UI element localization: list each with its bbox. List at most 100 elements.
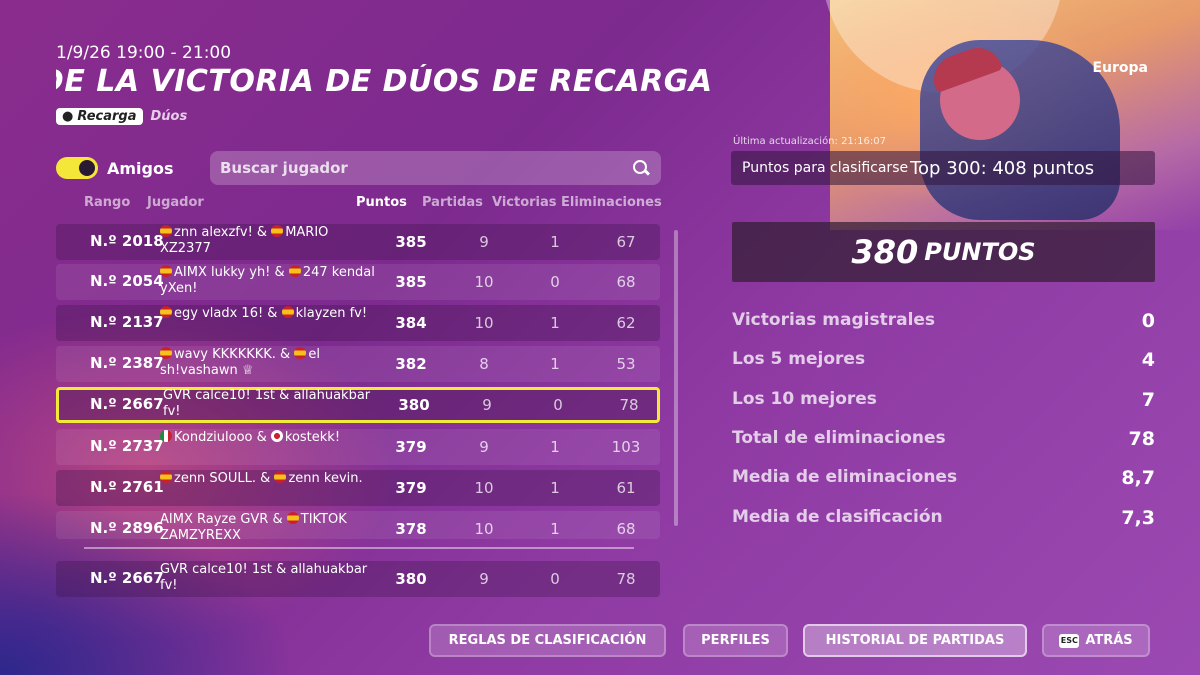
row-points: 379 xyxy=(395,479,427,497)
stat-label: Media de clasificación xyxy=(732,507,943,527)
row-rank: N.º 2737 xyxy=(90,437,164,455)
row-player: GVR calce10! 1st & allahuakbar fv! xyxy=(163,388,383,422)
leaderboard-row[interactable]: N.º 2667 GVR calce10! 1st & allahuakbar f… xyxy=(56,387,660,423)
character-artwork xyxy=(825,0,1200,230)
row-wins: 1 xyxy=(550,314,560,332)
row-games: 10 xyxy=(474,273,494,291)
own-rank-row[interactable]: N.º 2667 GVR calce10! 1st & allahuakbar … xyxy=(56,561,660,597)
row-player: Kondziulooo & kostekk! xyxy=(160,430,380,464)
mode-sub: Dúos xyxy=(150,109,188,124)
search-bar[interactable] xyxy=(210,151,661,185)
flag-es-icon xyxy=(160,306,172,318)
search-icon[interactable] xyxy=(631,158,651,178)
row-player: znn alexzfv! & MARIO XZ2377 xyxy=(160,225,380,259)
flag-jp-icon xyxy=(270,430,283,442)
friends-toggle[interactable]: Amigos xyxy=(56,157,174,179)
stat-value: 78 xyxy=(1128,428,1155,450)
profiles-button[interactable]: PERFILES xyxy=(683,624,788,657)
stat-row: Media de eliminaciones 8,7 xyxy=(732,467,1155,489)
stat-value: 4 xyxy=(1141,349,1155,371)
row-games: 10 xyxy=(474,479,494,497)
stat-label: Media de eliminaciones xyxy=(732,467,958,487)
row-wins: 1 xyxy=(550,479,560,497)
flag-es-icon xyxy=(294,347,307,359)
player-1: GVR calce10! 1st & xyxy=(160,562,291,577)
flag-es-icon xyxy=(274,471,287,483)
row-wins: 0 xyxy=(550,273,560,291)
flag-es-icon xyxy=(160,471,172,483)
row-points: 385 xyxy=(395,273,427,291)
points-unit: PUNTOS xyxy=(924,238,1036,266)
mode-tag: ● Recarga xyxy=(56,108,143,125)
leaderboard-row[interactable]: N.º 2137 egy vladx 16! & klayzen fv! 384 10… xyxy=(56,305,660,341)
player-1: AIMX Rayze GVR & xyxy=(160,512,287,527)
flag-es-icon xyxy=(271,225,284,237)
row-player: wavy KKKKKKK. & el sh!vashawn ♕ xyxy=(160,347,380,381)
scrollbar[interactable] xyxy=(674,230,678,526)
leaderboard-row[interactable]: N.º 2387 wavy KKKKKKK. & el sh!vashawn ♕ 3… xyxy=(56,346,660,382)
leaderboard-row[interactable]: N.º 2896 AIMX Rayze GVR & TIKTOK ZAMZYREX… xyxy=(56,511,660,539)
row-elims: 68 xyxy=(616,520,636,538)
row-games: 9 xyxy=(479,570,489,588)
header-player: Jugador xyxy=(147,195,204,210)
row-rank: N.º 2667 xyxy=(90,395,164,413)
leaderboard-row[interactable]: N.º 2761 zenn SOULL. & zenn kevin. 379 10 1 6… xyxy=(56,470,660,506)
row-elims: 61 xyxy=(616,479,636,497)
row-wins: 1 xyxy=(550,233,560,251)
row-rank: N.º 2018 xyxy=(90,232,164,250)
stat-label: Total de eliminaciones xyxy=(732,428,946,448)
row-elims: 53 xyxy=(616,355,636,373)
header-elims: Eliminaciones xyxy=(561,195,662,210)
stat-value: 8,7 xyxy=(1121,467,1155,489)
back-button[interactable]: ESC ATRÁS xyxy=(1042,624,1150,657)
toggle-knob xyxy=(79,160,95,176)
row-games: 9 xyxy=(479,233,489,251)
stat-row: Media de clasificación 7,3 xyxy=(732,507,1155,529)
row-wins: 1 xyxy=(550,520,560,538)
player-1: zenn SOULL. & xyxy=(174,471,275,486)
row-wins: 1 xyxy=(550,355,560,373)
match-history-button[interactable]: HISTORIAL DE PARTIDAS xyxy=(803,624,1027,657)
mode-tag-label: Recarga xyxy=(77,109,137,124)
leaderboard-row[interactable]: N.º 2737 Kondziulooo & kostekk! 379 9 1 103 xyxy=(56,429,660,465)
player-1: Kondziulooo & xyxy=(174,430,271,445)
row-player: AIMX Rayze GVR & TIKTOK ZAMZYREXX xyxy=(160,512,380,539)
header-wins: Victorias xyxy=(492,195,557,210)
flag-es-icon xyxy=(160,347,172,359)
stat-value: 7 xyxy=(1141,389,1155,411)
event-title-text: COPA DE LA VICTORIA DE DÚOS DE RECARGA xyxy=(56,64,713,99)
flag-es-icon xyxy=(281,306,294,318)
row-rank: N.º 2667 xyxy=(90,569,164,587)
mode-tags: ● Recarga Dúos xyxy=(56,108,187,125)
flag-es-icon xyxy=(288,265,301,277)
leaderboard-row[interactable]: N.º 2054 AIMX lukky yh! & 247 kendal yXen… xyxy=(56,264,660,300)
row-wins: 1 xyxy=(550,438,560,456)
total-points: 380 PUNTOS xyxy=(732,222,1155,282)
player-1: GVR calce10! 1st & xyxy=(163,388,294,403)
header-rank: Rango xyxy=(84,195,131,210)
player-2: kostekk! xyxy=(284,430,341,445)
header-points: Puntos xyxy=(356,195,407,210)
row-rank: N.º 2896 xyxy=(90,519,164,537)
row-player: zenn SOULL. & zenn kevin. xyxy=(160,471,380,505)
row-points: 378 xyxy=(395,520,427,538)
row-points: 380 xyxy=(395,570,427,588)
row-wins: 0 xyxy=(550,570,560,588)
stat-value: 0 xyxy=(1141,310,1155,332)
row-elims: 78 xyxy=(619,396,639,414)
row-rank: N.º 2387 xyxy=(90,354,164,372)
rules-button[interactable]: REGLAS DE CLASIFICACIÓN xyxy=(429,624,666,657)
points-value: 380 xyxy=(851,233,919,271)
flag-es-icon xyxy=(286,512,299,524)
back-label: ATRÁS xyxy=(1085,633,1133,648)
player-1: egy vladx 16! & xyxy=(174,306,282,321)
row-points: 382 xyxy=(395,355,427,373)
toggle-switch[interactable] xyxy=(56,157,98,179)
row-elims: 103 xyxy=(611,438,641,456)
qual-value: Top 300: 408 puntos xyxy=(910,157,1095,179)
leaderboard-row[interactable]: N.º 2018 znn alexzfv! & MARIO XZ2377 385 9 1… xyxy=(56,224,660,260)
search-input[interactable] xyxy=(220,159,631,177)
row-games: 9 xyxy=(479,438,489,456)
profiles-label: PERFILES xyxy=(701,633,770,648)
row-rank: N.º 2137 xyxy=(90,313,164,331)
